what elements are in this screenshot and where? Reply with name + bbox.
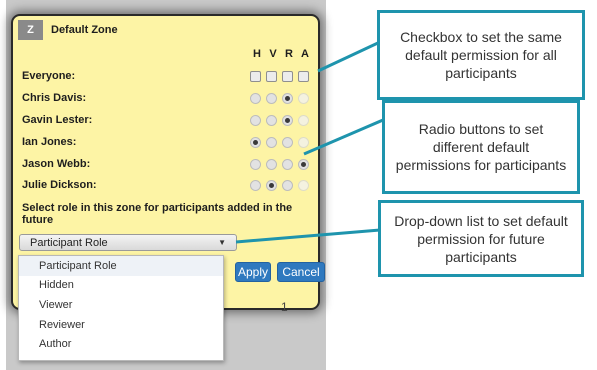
callout-line-checkbox bbox=[317, 40, 381, 73]
callout-radio-text: Radio buttons to set different default p… bbox=[395, 121, 567, 173]
callout-checkbox: Checkbox to set the same default permiss… bbox=[377, 10, 585, 100]
callout-dropdown-text: Drop-down list to set default permission… bbox=[394, 212, 568, 265]
callout-radio: Radio buttons to set different default p… bbox=[382, 100, 580, 194]
callout-checkbox-text: Checkbox to set the same default permiss… bbox=[400, 29, 562, 81]
callout-line-dropdown bbox=[235, 228, 381, 244]
callout-dropdown: Drop-down list to set default permission… bbox=[378, 200, 584, 277]
callout-line-radio bbox=[303, 118, 384, 156]
